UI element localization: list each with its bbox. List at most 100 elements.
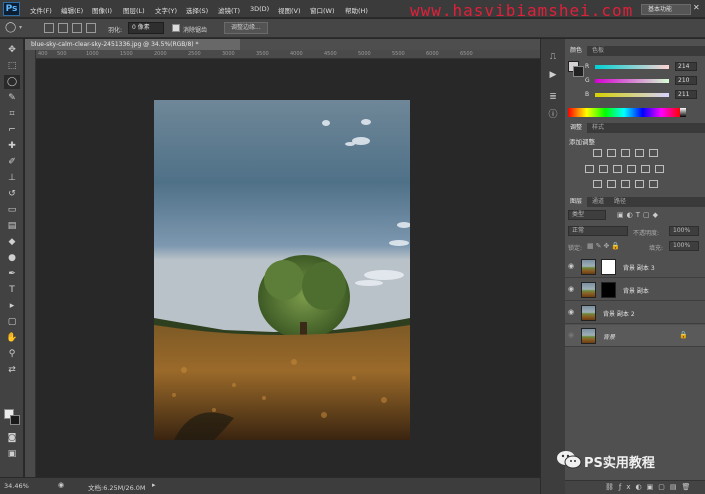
history-brush-tool-icon[interactable]: ↺: [4, 187, 20, 201]
history-icon[interactable]: ⎍: [547, 51, 559, 63]
layer-row[interactable]: ◉ 背景 🔒: [565, 325, 705, 347]
feather-input[interactable]: 0 像素: [128, 22, 164, 34]
refine-edge-button[interactable]: 调整边缘...: [224, 22, 268, 34]
menu-3d[interactable]: 3D(D): [250, 5, 269, 13]
status-menu-icon[interactable]: ◉: [58, 481, 64, 489]
hand-tool-icon[interactable]: ✋: [4, 331, 20, 345]
marquee-tool-icon[interactable]: ⬚: [4, 59, 20, 73]
selective-color-icon[interactable]: [649, 180, 658, 188]
filter-icons[interactable]: ▣◐T▢◆: [617, 211, 661, 219]
antialias-checkbox[interactable]: [172, 24, 180, 32]
fill-input[interactable]: 100%: [669, 241, 699, 251]
add-selection-icon[interactable]: [58, 23, 68, 33]
eye-icon[interactable]: ◉: [568, 331, 574, 339]
blue-value[interactable]: 211: [675, 90, 697, 99]
menu-image[interactable]: 图像(I): [92, 5, 112, 15]
background-color-chip[interactable]: [573, 66, 584, 77]
dodge-tool-icon[interactable]: ●: [4, 251, 20, 265]
blur-tool-icon[interactable]: ◆: [4, 235, 20, 249]
menu-filter[interactable]: 滤镜(T): [218, 5, 240, 15]
brightness-icon[interactable]: [593, 149, 602, 157]
swap-colors-icon[interactable]: ⇄: [4, 363, 20, 377]
quick-mask-icon[interactable]: ◙: [4, 431, 20, 445]
menu-layer[interactable]: 图层(L): [123, 5, 145, 15]
curves-icon[interactable]: [621, 149, 630, 157]
menu-edit[interactable]: 编辑(E): [61, 5, 83, 15]
grayscale-ramp[interactable]: [680, 108, 686, 117]
opacity-input[interactable]: 100%: [669, 226, 699, 236]
healing-brush-tool-icon[interactable]: ✚: [4, 139, 20, 153]
tab-swatches[interactable]: 色板: [587, 46, 609, 56]
color-balance-icon[interactable]: [599, 165, 608, 173]
eye-icon[interactable]: ◉: [568, 308, 574, 316]
crop-tool-icon[interactable]: ⌗: [4, 107, 20, 121]
menu-help[interactable]: 帮助(H): [345, 5, 368, 15]
chevron-right-icon[interactable]: ▸: [152, 481, 156, 489]
lasso-tool-icon[interactable]: ◯: [4, 75, 20, 89]
red-track[interactable]: [595, 65, 669, 69]
vibrance-icon[interactable]: [649, 149, 658, 157]
black-white-icon[interactable]: [613, 165, 622, 173]
color-spectrum[interactable]: [568, 108, 680, 117]
menu-type[interactable]: 文字(Y): [155, 5, 177, 15]
layer-row[interactable]: ◉ 背景 副本: [565, 279, 705, 301]
posterize-icon[interactable]: [607, 180, 616, 188]
layer-row[interactable]: ◉ 背景 副本 3: [565, 256, 705, 278]
eye-icon[interactable]: ◉: [568, 285, 574, 293]
layer-name[interactable]: 背景 副本 2: [603, 309, 635, 318]
green-track[interactable]: [595, 79, 669, 83]
properties-icon[interactable]: ≣: [547, 91, 559, 103]
tab-color[interactable]: 颜色: [565, 46, 588, 56]
zoom-tool-icon[interactable]: ⚲: [4, 347, 20, 361]
red-value[interactable]: 214: [675, 62, 697, 71]
layer-name[interactable]: 背景 副本: [623, 286, 649, 295]
threshold-icon[interactable]: [621, 180, 630, 188]
layer-filter-select[interactable]: 类型: [568, 210, 606, 220]
tab-channels[interactable]: 通道: [587, 197, 609, 207]
menu-window[interactable]: 窗口(W): [310, 5, 335, 15]
blue-track[interactable]: [595, 93, 669, 97]
menu-file[interactable]: 文件(F): [30, 5, 52, 15]
background-color-swatch[interactable]: [10, 415, 20, 425]
eyedropper-tool-icon[interactable]: ⌐: [4, 123, 20, 137]
hue-saturation-icon[interactable]: [585, 165, 594, 173]
eye-icon[interactable]: ◉: [568, 262, 574, 270]
path-select-tool-icon[interactable]: ▸: [4, 299, 20, 313]
layer-mask-thumbnail[interactable]: [601, 259, 616, 275]
screen-mode-icon[interactable]: ▣: [4, 447, 20, 461]
brush-tool-icon[interactable]: ✐: [4, 155, 20, 169]
green-value[interactable]: 210: [675, 76, 697, 85]
document-image[interactable]: [154, 100, 410, 440]
info-icon[interactable]: ⓘ: [547, 109, 559, 121]
lock-icons[interactable]: ▦✎✥🔒: [587, 242, 622, 250]
chevron-down-icon[interactable]: ▾: [19, 24, 22, 31]
layer-name[interactable]: 背景 副本 3: [623, 263, 655, 272]
shape-tool-icon[interactable]: ▢: [4, 315, 20, 329]
layer-name[interactable]: 背景: [603, 332, 615, 341]
color-lookup-icon[interactable]: [655, 165, 664, 173]
photo-filter-icon[interactable]: [627, 165, 636, 173]
pen-tool-icon[interactable]: ✒: [4, 267, 20, 281]
invert-icon[interactable]: [593, 180, 602, 188]
type-tool-icon[interactable]: T: [4, 283, 20, 297]
menu-select[interactable]: 选择(S): [186, 5, 208, 15]
move-tool-icon[interactable]: ✥: [4, 43, 20, 57]
actions-icon[interactable]: ▶: [547, 69, 559, 81]
tab-styles[interactable]: 样式: [587, 123, 609, 133]
workspace-switcher[interactable]: 基本功能: [641, 4, 691, 15]
tab-layers[interactable]: 图层: [565, 197, 588, 207]
zoom-level[interactable]: 34.46%: [4, 482, 29, 490]
channel-mixer-icon[interactable]: [641, 165, 650, 173]
clone-stamp-tool-icon[interactable]: ⊥: [4, 171, 20, 185]
layers-footer-icons[interactable]: ⛓ƒx◐▣▢▤🗑: [605, 483, 695, 491]
layer-row[interactable]: ◉ 背景 副本 2: [565, 302, 705, 324]
close-icon[interactable]: ✕: [693, 3, 700, 12]
new-selection-icon[interactable]: [44, 23, 54, 33]
exposure-icon[interactable]: [635, 149, 644, 157]
gradient-map-icon[interactable]: [635, 180, 644, 188]
subtract-selection-icon[interactable]: [72, 23, 82, 33]
menu-view[interactable]: 视图(V): [278, 5, 301, 15]
quick-select-tool-icon[interactable]: ✎: [4, 91, 20, 105]
gradient-tool-icon[interactable]: ▤: [4, 219, 20, 233]
tab-adjustments[interactable]: 调整: [565, 123, 588, 133]
